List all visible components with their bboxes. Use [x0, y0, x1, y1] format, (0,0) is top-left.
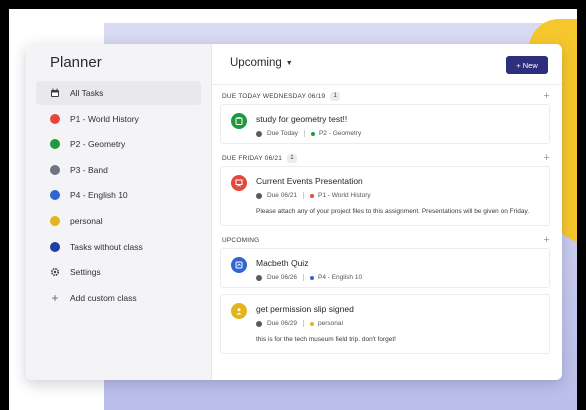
- meta-divider: [303, 130, 305, 137]
- sidebar-item-label: Settings: [70, 267, 101, 278]
- section-heading: UPCOMING +: [222, 234, 550, 246]
- task-meta: Due Today P2 - Geometry: [256, 130, 361, 137]
- plus-icon: +: [51, 290, 59, 305]
- sidebar-title: Planner: [50, 54, 102, 71]
- sidebar-item-p2-geometry[interactable]: P2 - Geometry: [36, 132, 201, 156]
- sidebar-item-settings[interactable]: Settings: [36, 260, 201, 284]
- person-icon: [231, 303, 247, 319]
- class-color-dot: [310, 193, 314, 198]
- add-task-plus-icon[interactable]: +: [543, 90, 550, 102]
- task-meta: Due 06/26 P4 - English 10: [256, 274, 362, 281]
- task-card[interactable]: get permission slip signed Due 06/29 per…: [220, 294, 550, 354]
- presentation-icon: [231, 175, 247, 191]
- task-class: P2 - Geometry: [318, 130, 362, 137]
- sidebar-item-label: P1 - World History: [70, 113, 139, 124]
- class-color-dot: [310, 321, 314, 326]
- clock-icon: [256, 320, 262, 327]
- class-color-dot: [50, 164, 60, 175]
- sidebar-item-all-tasks[interactable]: All Tasks: [36, 81, 201, 105]
- main-panel: Upcoming ▼ + New DUE TODAY WEDNESDAY 06/…: [212, 44, 562, 380]
- clock-icon: [256, 274, 262, 281]
- count-badge: 1: [287, 153, 298, 163]
- meta-divider: [303, 274, 304, 281]
- calendar-icon: [50, 88, 60, 98]
- clipboard-icon: [231, 113, 247, 129]
- class-color-dot: [50, 113, 60, 124]
- task-due: Due 06/26: [267, 274, 297, 281]
- sidebar-item-p4-english-10[interactable]: P4 - English 10: [36, 183, 201, 207]
- sidebar-item-tasks-without-class[interactable]: Tasks without class: [36, 235, 201, 259]
- class-color-dot: [50, 241, 60, 252]
- view-dropdown-label: Upcoming: [230, 57, 282, 69]
- task-due: Due Today: [267, 130, 298, 137]
- task-card[interactable]: Macbeth Quiz Due 06/26 P4 - English 10: [220, 248, 550, 288]
- sidebar-item-p1-world-history[interactable]: P1 - World History: [36, 107, 201, 131]
- task-title: Current Events Presentation: [256, 176, 363, 186]
- class-color-dot: [50, 190, 60, 201]
- task-title: Macbeth Quiz: [256, 258, 309, 268]
- task-meta: Due 06/21 P1 - World History: [256, 192, 371, 199]
- sidebar-item-personal[interactable]: personal: [36, 209, 201, 233]
- caret-down-icon: ▼: [285, 59, 293, 67]
- sidebar-item-label: personal: [70, 215, 103, 226]
- sidebar-item-label: P4 - English 10: [70, 190, 128, 201]
- add-task-plus-icon[interactable]: +: [543, 152, 550, 164]
- gear-icon: [50, 267, 60, 277]
- class-color-dot: [50, 139, 60, 150]
- planner-window: Planner All Tasks P1 - World History P2 …: [26, 44, 562, 380]
- clock-icon: [256, 192, 262, 199]
- add-task-plus-icon[interactable]: +: [543, 234, 550, 246]
- task-title: get permission slip signed: [256, 304, 354, 314]
- count-badge: 1: [330, 91, 341, 101]
- class-color-dot: [310, 275, 314, 280]
- task-note: Please attach any of your project files …: [256, 208, 530, 215]
- sidebar-item-label: All Tasks: [70, 88, 104, 98]
- task-due: Due 06/21: [267, 192, 297, 199]
- task-meta: Due 06/29 personal: [256, 320, 354, 327]
- task-class: personal: [318, 320, 343, 327]
- meta-divider: [303, 320, 304, 327]
- clock-icon: [256, 130, 262, 137]
- sidebar-item-add-custom-class[interactable]: + Add custom class: [36, 286, 201, 310]
- task-due: Due 06/29: [267, 320, 297, 327]
- sidebar-item-label: P3 - Band: [70, 164, 108, 175]
- sidebar-item-p3-band[interactable]: P3 - Band: [36, 158, 201, 182]
- section-heading: DUE FRIDAY 06/21 1 +: [222, 152, 550, 164]
- quiz-icon: [231, 257, 247, 273]
- task-title: study for geometry test!!: [256, 114, 348, 124]
- main-header: Upcoming ▼ + New: [212, 44, 562, 85]
- task-card[interactable]: study for geometry test!! Due Today P2 -…: [220, 104, 550, 144]
- task-note: this is for the tech museum field trip. …: [256, 336, 396, 343]
- class-color-dot: [310, 131, 315, 136]
- task-class: P1 - World History: [318, 192, 371, 199]
- section-heading: DUE TODAY WEDNESDAY 06/19 1 +: [222, 90, 550, 102]
- view-dropdown[interactable]: Upcoming ▼: [230, 57, 293, 69]
- sidebar-item-label: Tasks without class: [70, 241, 143, 252]
- sidebar-item-label: Add custom class: [70, 292, 137, 303]
- meta-divider: [303, 192, 304, 199]
- task-card[interactable]: Current Events Presentation Due 06/21 P1…: [220, 166, 550, 226]
- new-task-button[interactable]: + New: [506, 56, 548, 74]
- class-color-dot: [50, 215, 60, 226]
- task-class: P4 - English 10: [318, 274, 363, 281]
- sidebar: Planner All Tasks P1 - World History P2 …: [26, 44, 212, 380]
- sidebar-item-label: P2 - Geometry: [70, 139, 126, 150]
